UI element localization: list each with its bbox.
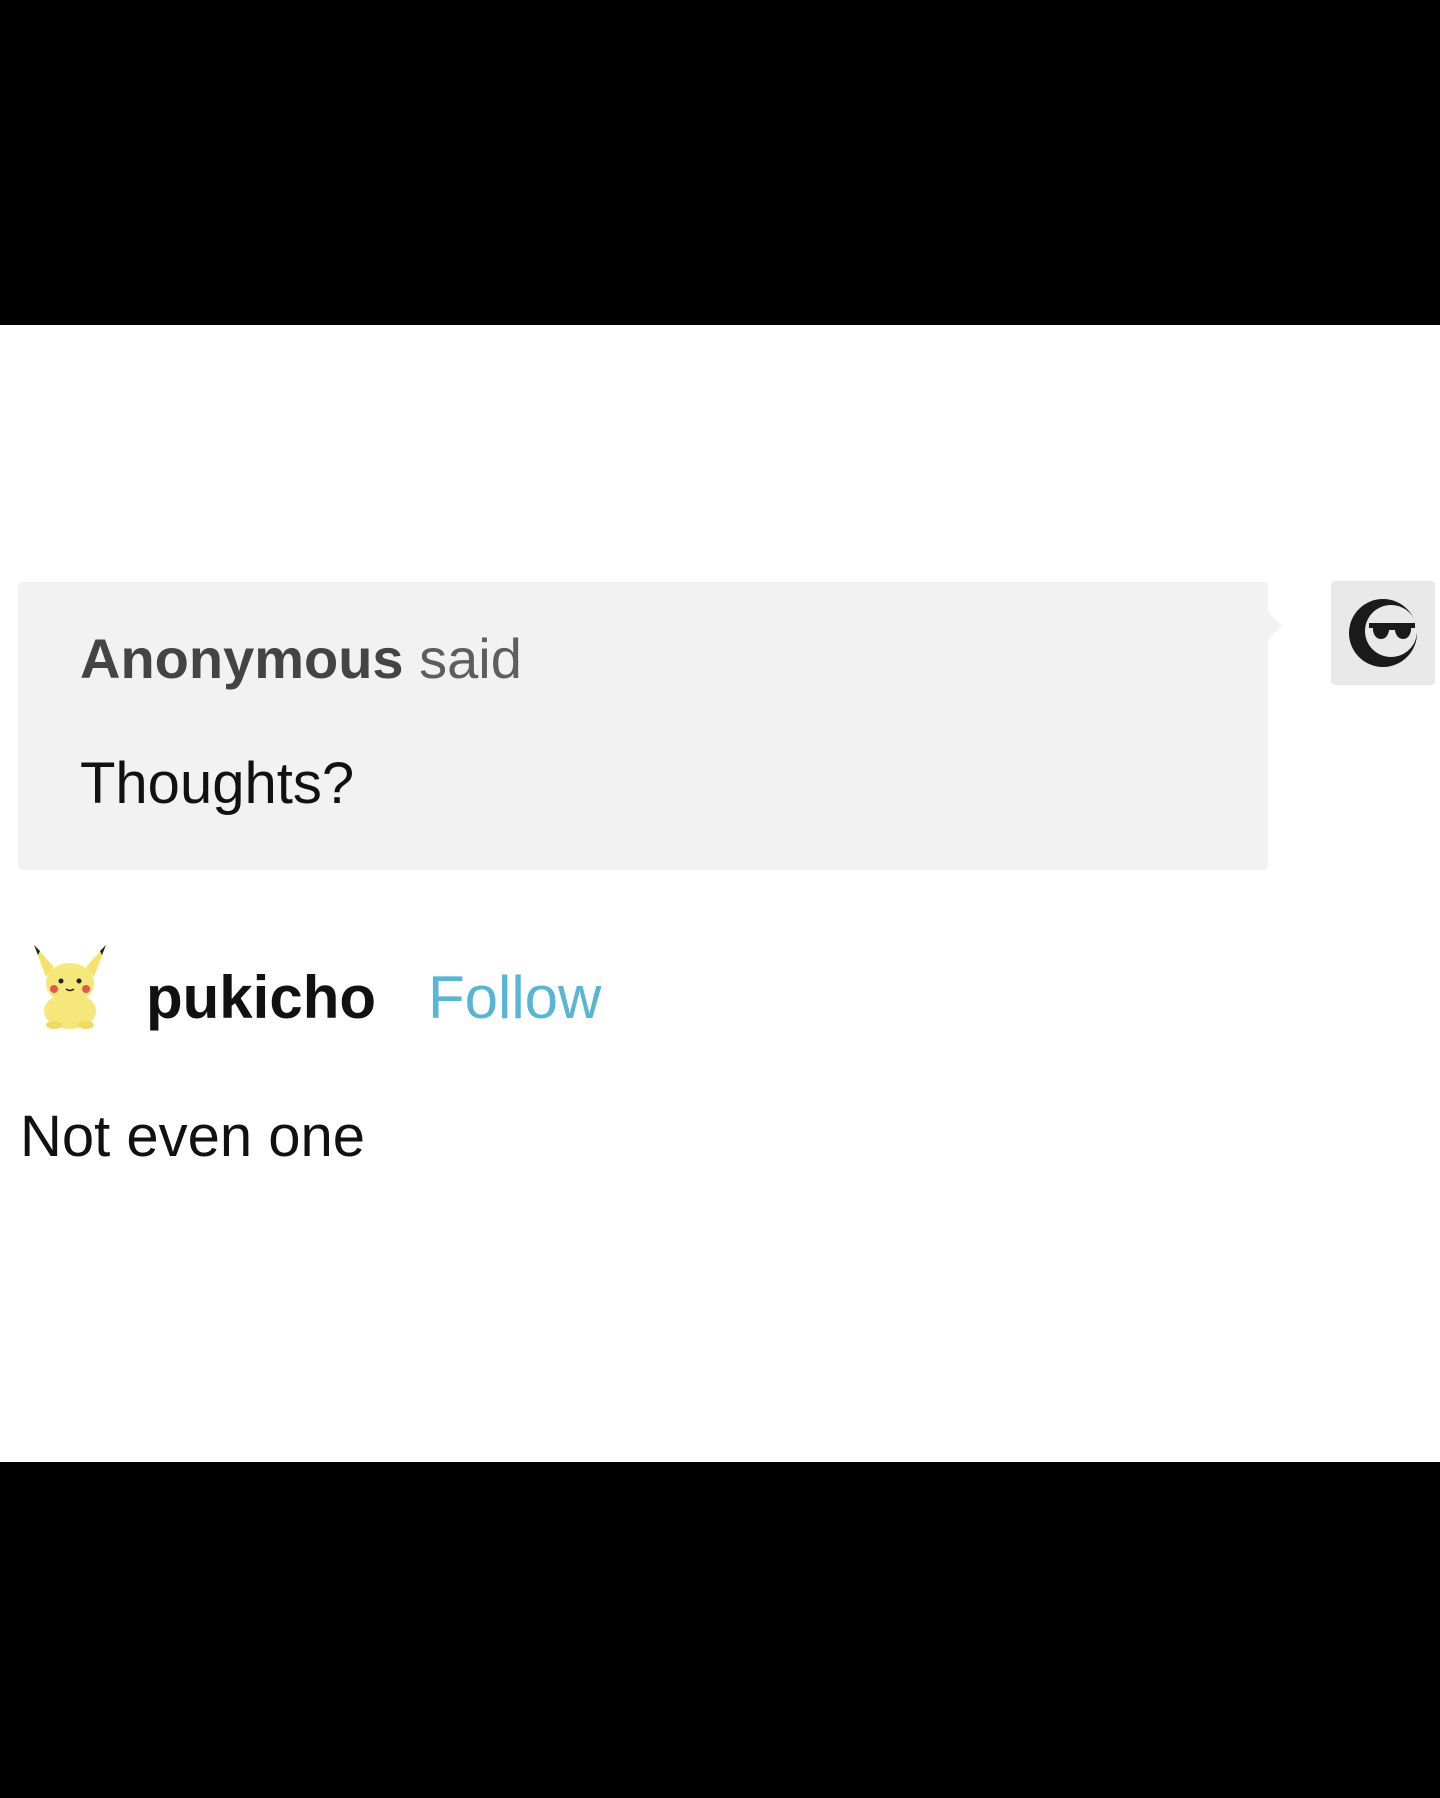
anonymous-avatar[interactable] xyxy=(1331,581,1435,685)
asker-name[interactable]: Anonymous xyxy=(80,627,404,690)
asker-verb: said xyxy=(419,627,522,690)
username-link[interactable]: pukicho xyxy=(146,963,376,1032)
asker-line: Anonymous said xyxy=(80,626,522,691)
follow-button[interactable]: Follow xyxy=(428,963,601,1032)
letterbox-frame: Anonymous said Thoughts? pukicho Follow … xyxy=(0,0,1440,1798)
answer-text: Not even one xyxy=(20,1104,366,1169)
post-content: Anonymous said Thoughts? pukicho Follow … xyxy=(0,325,1440,1462)
user-avatar[interactable] xyxy=(30,937,110,1033)
ask-bubble: Anonymous said Thoughts? xyxy=(18,582,1282,870)
ask-question: Thoughts? xyxy=(80,751,355,816)
anonymous-sunglasses-icon xyxy=(1349,599,1417,667)
pikachu-avatar-icon xyxy=(34,945,106,1029)
